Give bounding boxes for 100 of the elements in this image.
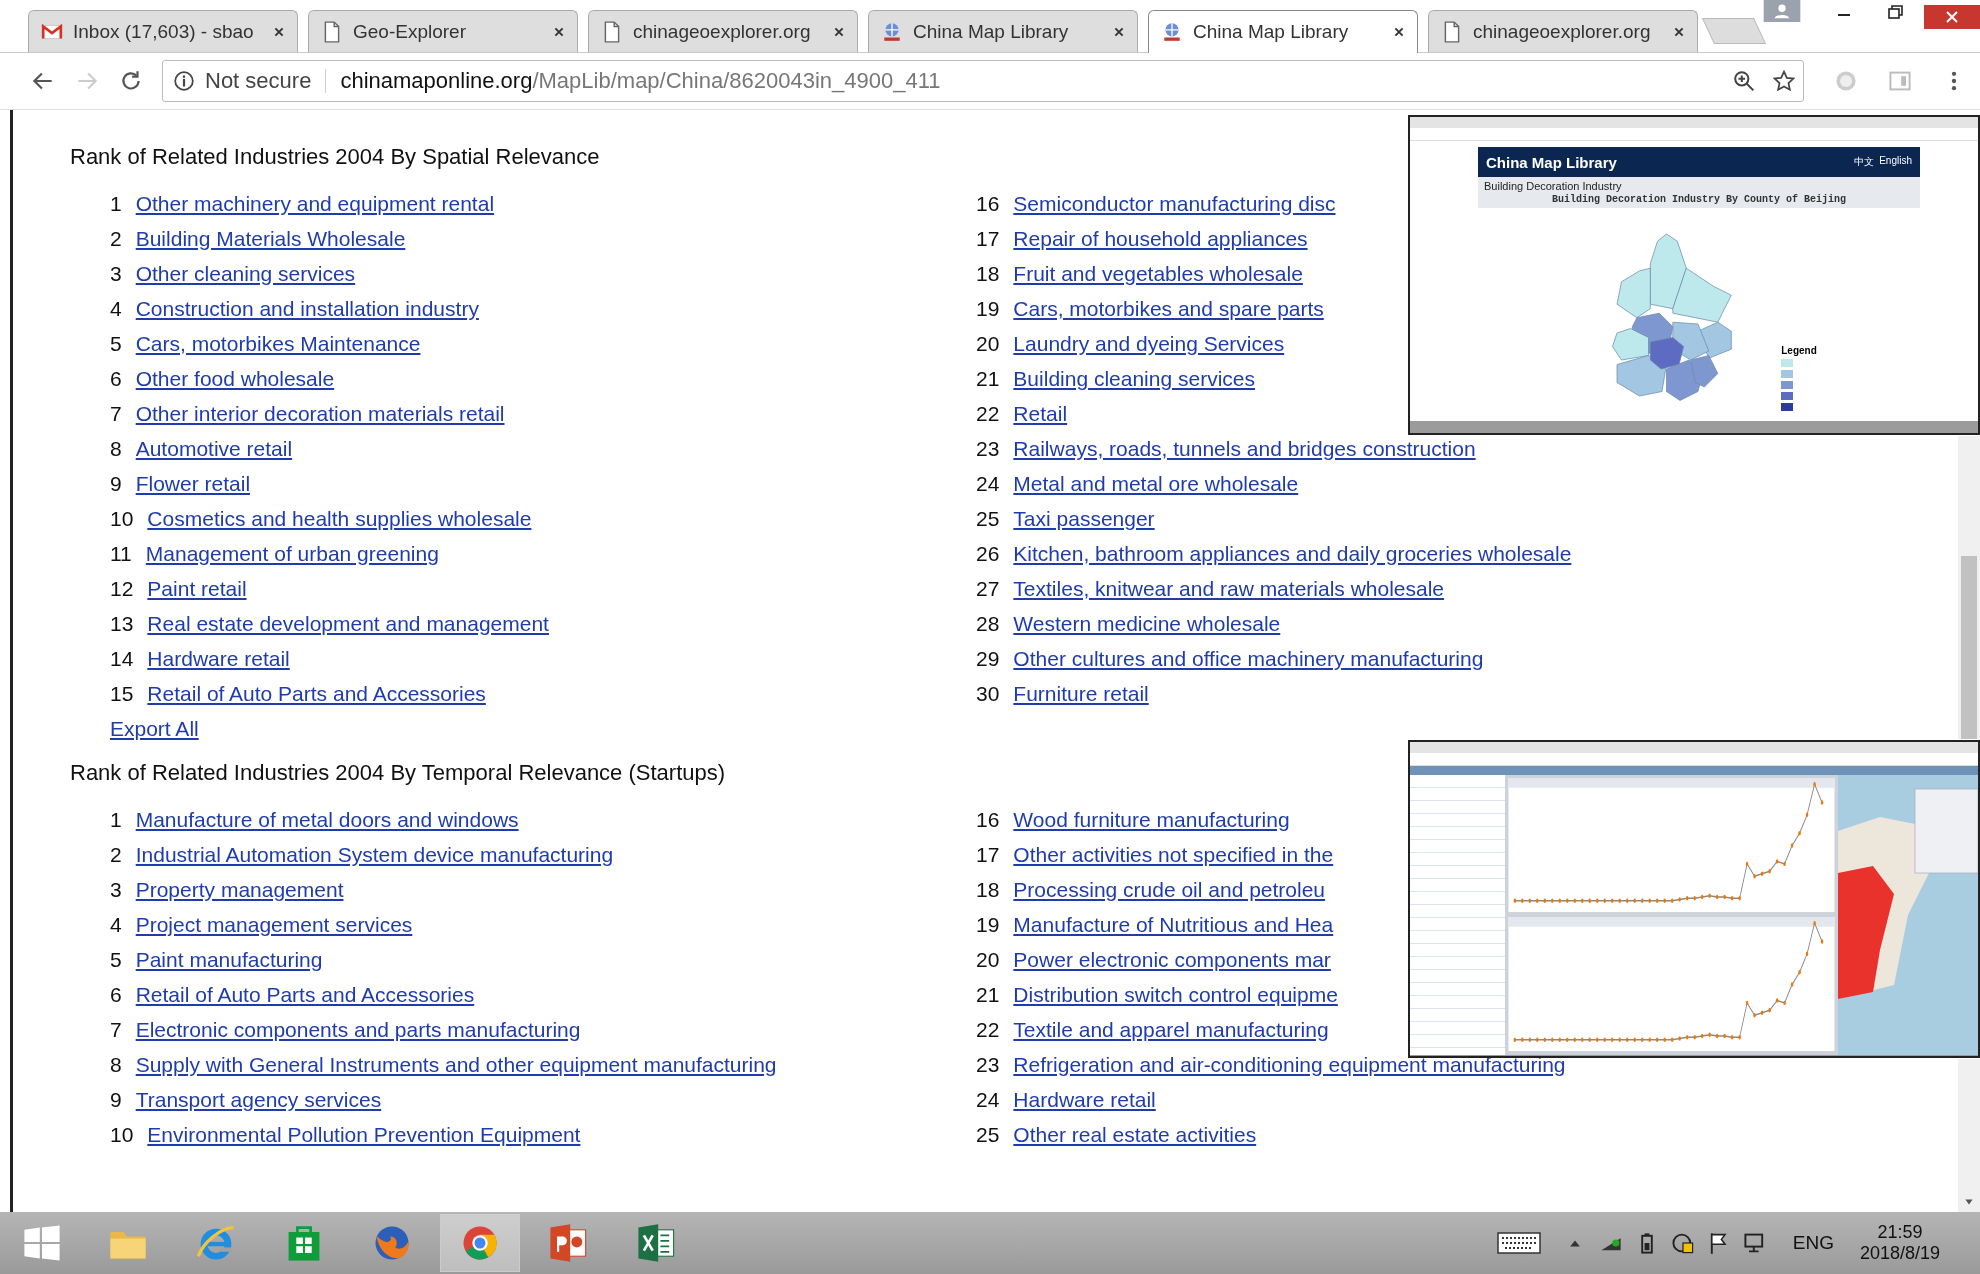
rank-number: 14 — [110, 646, 134, 671]
rank-number: 24 — [976, 1087, 1000, 1112]
industry-link[interactable]: Semiconductor manufacturing disc — [1013, 191, 1336, 216]
industry-link[interactable]: Other activities not specified in the — [1013, 842, 1334, 867]
industry-link[interactable]: Distribution switch control equipme — [1013, 982, 1338, 1007]
rank-number: 6 — [110, 982, 122, 1007]
rank-number: 7 — [110, 1017, 122, 1042]
industry-link[interactable]: Wood furniture manufacturing — [1013, 807, 1290, 832]
industry-link[interactable]: Other cultures and office machinery manufacturing — [1013, 646, 1484, 671]
industry-link[interactable]: Textile and apparel manufacturing — [1013, 1017, 1329, 1042]
industry-link[interactable]: Other interior decoration materials retail — [135, 401, 505, 426]
star-icon[interactable] — [1773, 70, 1795, 92]
industry-link[interactable]: Manufacture of metal doors and windows — [135, 807, 519, 832]
industry-link[interactable]: Retail of Auto Parts and Accessories — [147, 681, 486, 706]
rank-number: 28 — [976, 611, 1000, 636]
scrollbar[interactable] — [1958, 1059, 1980, 1212]
close-icon[interactable] — [273, 25, 285, 38]
industry-link[interactable]: Building cleaning services — [1013, 366, 1255, 391]
close-icon[interactable] — [1673, 25, 1685, 38]
language-link[interactable]: English — [1879, 155, 1912, 169]
industry-link[interactable]: Supply with General Instruments and other equipment manufacturing — [135, 1052, 777, 1077]
industry-link[interactable]: Building Materials Wholesale — [135, 226, 406, 251]
rank-number: 17 — [976, 842, 1000, 867]
browser-tab[interactable]: Geo-Explorer — [308, 10, 578, 52]
industry-link[interactable]: Processing crude oil and petroleu — [1013, 877, 1326, 902]
legend-swatch — [1781, 392, 1794, 400]
industry-link[interactable]: Taxi passenger — [1013, 506, 1155, 531]
industry-link[interactable]: Kitchen, bathroom appliances and daily groceries wholesale — [1013, 541, 1572, 566]
clock[interactable]: 21:59 2018/8/19 — [1859, 1222, 1940, 1264]
industry-link[interactable]: Other food wholesale — [135, 366, 335, 391]
browser-tab[interactable]: China Map Library — [868, 10, 1138, 52]
user-icon[interactable] — [1762, 0, 1802, 22]
browser-tab[interactable]: Inbox (17,603) - sbao — [28, 10, 298, 52]
industry-link[interactable]: Cars, motorbikes and spare parts — [1013, 296, 1324, 321]
industry-link[interactable]: Furniture retail — [1013, 681, 1149, 706]
browser-tab[interactable]: China Map Library — [1148, 10, 1418, 53]
industry-link[interactable]: Transport agency services — [135, 1087, 382, 1112]
industry-link[interactable]: Cars, motorbikes Maintenance — [135, 331, 421, 356]
close-icon[interactable] — [553, 25, 565, 38]
browser-tab[interactable]: chinageoexplorer.org — [588, 10, 858, 52]
industry-link[interactable]: Western medicine wholesale — [1013, 611, 1281, 636]
industry-link[interactable]: Industrial Automation System device manufacturing — [135, 842, 614, 867]
rank-number: 22 — [976, 401, 1000, 426]
rank-number: 3 — [110, 261, 122, 286]
rank-number: 19 — [976, 296, 1000, 321]
industry-link[interactable]: Management of urban greening — [145, 541, 439, 566]
industry-link[interactable]: Construction and installation industry — [135, 296, 479, 321]
industry-link[interactable]: Refrigeration and air-conditioning equipment manufacturing — [1013, 1052, 1566, 1077]
rank-number: 12 — [110, 576, 134, 601]
industry-link[interactable]: Manufacture of Nutritious and Hea — [1013, 912, 1334, 937]
industry-link[interactable]: Cosmetics and health supplies wholesale — [147, 506, 532, 531]
language-indicator[interactable]: ENG — [1792, 1232, 1834, 1254]
taskbar-app-button[interactable] — [440, 1214, 520, 1272]
scrollbar[interactable] — [1958, 436, 1980, 739]
industry-link[interactable]: Metal and metal ore wholesale — [1013, 471, 1299, 496]
rank-number: 22 — [976, 1017, 1000, 1042]
rank-number: 1 — [110, 807, 122, 832]
close-icon[interactable] — [1113, 25, 1125, 38]
language-link[interactable]: 中文 — [1854, 155, 1875, 169]
legend-swatch — [1781, 359, 1794, 367]
lock-icon[interactable] — [1670, 1231, 1695, 1255]
rank-number: 7 — [110, 401, 122, 426]
industry-link[interactable]: Laundry and dyeing Services — [1013, 331, 1285, 356]
zoom-icon[interactable] — [1733, 70, 1755, 92]
industry-link[interactable]: Other machinery and equipment rental — [135, 191, 495, 216]
close-icon[interactable] — [833, 25, 845, 38]
industry-link[interactable]: Power electronic components mar — [1013, 947, 1331, 972]
industry-link[interactable]: Other real estate activities — [1013, 1122, 1257, 1147]
industry-link[interactable]: Hardware retail — [147, 646, 290, 671]
rank-number: 8 — [110, 1052, 122, 1077]
industry-link[interactable]: Flower retail — [135, 471, 251, 496]
industry-link[interactable]: Railways, roads, tunnels and bridges construction — [1013, 436, 1476, 461]
browser-tab[interactable]: chinageoexplorer.org — [1428, 10, 1698, 52]
industry-link[interactable]: Other cleaning services — [135, 261, 356, 286]
industry-link[interactable]: Automotive retail — [135, 436, 293, 461]
industry-link[interactable]: Repair of household appliances — [1013, 226, 1308, 251]
scrollbar-thumb[interactable] — [1961, 556, 1977, 739]
rank-number: 11 — [110, 541, 132, 566]
export-link[interactable]: Export All — [110, 716, 199, 741]
rank-number: 17 — [976, 226, 1000, 251]
industry-link[interactable]: Retail — [1013, 401, 1068, 426]
industry-link[interactable]: Real estate development and management — [147, 611, 549, 636]
map-subtitle: Building Decoration Industry — [1484, 180, 1623, 192]
keyboard-icon[interactable] — [1496, 1231, 1541, 1255]
rank-number: 18 — [976, 261, 1000, 286]
industry-link[interactable]: Retail of Auto Parts and Accessories — [135, 982, 475, 1007]
industry-link[interactable]: Hardware retail — [1013, 1087, 1156, 1112]
close-icon[interactable] — [1393, 26, 1405, 38]
industry-link[interactable]: Electronic components and parts manufacturing — [135, 1017, 581, 1042]
rank-number: 16 — [976, 807, 1000, 832]
rank-number: 6 — [110, 366, 122, 391]
industry-link[interactable]: Environmental Pollution Prevention Equipment — [147, 1122, 581, 1147]
industry-link[interactable]: Property management — [135, 877, 344, 902]
industry-link[interactable]: Textiles, knitwear and raw materials wholesale — [1013, 576, 1445, 601]
address-bar[interactable]: Not secure chinamaponline.org/MapLib/map/China/8620043in_4900_411 — [162, 60, 1804, 102]
rank-number: 2 — [110, 226, 122, 251]
industry-link[interactable]: Paint manufacturing — [135, 947, 323, 972]
industry-link[interactable]: Fruit and vegetables wholesale — [1013, 261, 1303, 286]
industry-link[interactable]: Project management services — [135, 912, 413, 937]
industry-link[interactable]: Paint retail — [147, 576, 247, 601]
